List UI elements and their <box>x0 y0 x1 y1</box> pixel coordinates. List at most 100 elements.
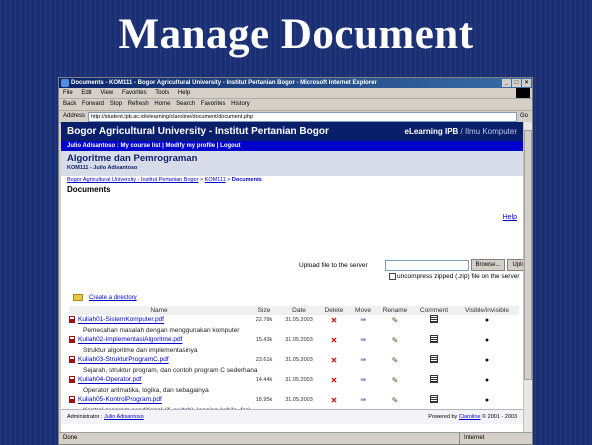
refresh-button[interactable]: Refresh <box>128 101 149 107</box>
eye-icon[interactable]: ● <box>485 377 489 384</box>
cross-icon[interactable]: ✕ <box>331 356 338 365</box>
footer-powered: Powered by Claroline © 2001 - 2003 <box>428 414 517 420</box>
site-name: Bogor Agricultural University - Institut… <box>67 126 329 137</box>
menu-file[interactable]: File <box>63 90 73 96</box>
col-date[interactable]: Date <box>279 306 319 315</box>
file-size: 22.78k <box>255 317 273 323</box>
col-name[interactable]: Name <box>69 306 249 315</box>
rename-icon[interactable]: ✎ <box>392 396 399 405</box>
maximize-button[interactable]: □ <box>512 79 521 87</box>
comment-icon[interactable] <box>430 375 438 383</box>
file-link[interactable]: Kuliah02-ImplementasiAlgoritme.pdf <box>78 337 182 344</box>
favorites-button[interactable]: Favorites <box>201 101 226 107</box>
cross-icon[interactable]: ✕ <box>331 396 338 405</box>
vertical-scrollbar[interactable] <box>523 122 532 432</box>
rename-icon[interactable]: ✎ <box>392 356 399 365</box>
comment-icon[interactable] <box>430 335 438 343</box>
slide-title: Manage Document <box>118 11 474 58</box>
close-button[interactable]: × <box>522 79 531 87</box>
file-date: 31.05.2003 <box>285 357 313 363</box>
folder-icon <box>73 294 83 301</box>
back-button[interactable]: Back <box>63 101 76 107</box>
move-icon[interactable]: ⇛ <box>360 317 366 324</box>
pdf-icon <box>69 336 75 344</box>
move-icon[interactable]: ⇛ <box>360 357 366 364</box>
admin-link[interactable]: Julio Adisantoso <box>104 414 144 420</box>
unzip-label: uncompress zipped (.zip) file on the ser… <box>397 273 520 281</box>
eye-icon[interactable]: ● <box>485 357 489 364</box>
cross-icon[interactable]: ✕ <box>331 316 338 325</box>
search-button[interactable]: Search <box>176 101 195 107</box>
table-row: Kuliah04-Operator.pdf 14.44k 31.05.2003 … <box>69 375 519 385</box>
rename-icon[interactable]: ✎ <box>392 316 399 325</box>
footer-admin: Administrator : Julio Adisantoso <box>67 414 144 420</box>
course-subtitle: KOM111 - Julio Adisantoso <box>67 165 138 171</box>
upload-button[interactable]: Upload <box>507 259 523 271</box>
table-row-description: Operator aritmatika, logika, dan sebagai… <box>69 385 519 395</box>
user-bar[interactable]: Julio Adisantoso : My course list | Modi… <box>61 141 523 151</box>
table-header: Name Size Date Delete Move Rename Commen… <box>69 306 519 315</box>
unzip-checkbox[interactable] <box>389 273 396 280</box>
minimize-button[interactable]: _ <box>502 79 511 87</box>
documents-table: Name Size Date Delete Move Rename Commen… <box>69 306 519 415</box>
file-date: 31.05.2003 <box>285 337 313 343</box>
unzip-row: uncompress zipped (.zip) file on the ser… <box>389 273 519 280</box>
file-description: Operator aritmatika, logika, dan sebagai… <box>83 386 209 394</box>
breadcrumb-course[interactable]: KOM111 <box>205 177 226 183</box>
comment-icon[interactable] <box>430 395 438 403</box>
file-size: 15.43k <box>255 337 273 343</box>
status-bar: Done Internet <box>59 432 532 444</box>
cross-icon[interactable]: ✕ <box>331 376 338 385</box>
table-row: Kuliah02-ImplementasiAlgoritme.pdf 15.43… <box>69 335 519 345</box>
file-link[interactable]: Kuliah03-StrukturProgramC.pdf <box>78 357 169 364</box>
go-button[interactable]: Go <box>520 111 528 122</box>
pdf-icon <box>69 316 75 324</box>
claroline-link[interactable]: Claroline <box>459 414 481 420</box>
rename-icon[interactable]: ✎ <box>392 336 399 345</box>
file-link[interactable]: Kuliah05-KontrolProgram.pdf <box>78 397 162 404</box>
rename-icon[interactable]: ✎ <box>392 376 399 385</box>
file-date: 31.05.2003 <box>285 377 313 383</box>
create-directory-link[interactable]: Create a directory <box>73 294 137 301</box>
pdf-icon <box>69 396 75 404</box>
course-header: Algoritme dan Pemrograman KOM111 - Julio… <box>61 151 523 176</box>
status-text: Done <box>63 435 78 441</box>
table-row: Kuliah01-SistemKomputer.pdf 22.78k 31.05… <box>69 315 519 325</box>
breadcrumb-university[interactable]: Bogor Agricultural University - Institut… <box>67 177 198 183</box>
table-row-description: Struktur algoritme dan implementasinya <box>69 345 519 355</box>
home-button[interactable]: Home <box>154 101 170 107</box>
upload-row: Upload file to the server Browse... Uplo… <box>299 259 523 271</box>
menu-tools[interactable]: Tools <box>155 90 169 96</box>
forward-button[interactable]: Forward <box>82 101 104 107</box>
file-link[interactable]: Kuliah01-SistemKomputer.pdf <box>78 317 164 324</box>
upload-file-input[interactable] <box>385 260 469 271</box>
stop-button[interactable]: Stop <box>110 101 122 107</box>
move-icon[interactable]: ⇛ <box>360 377 366 384</box>
history-button[interactable]: History <box>231 101 250 107</box>
table-row: Kuliah03-StrukturProgramC.pdf 23.61k 31.… <box>69 355 519 365</box>
menu-favorites[interactable]: Favorites <box>122 90 147 96</box>
table-row: Kuliah05-KontrolProgram.pdf 18.95k 31.05… <box>69 395 519 405</box>
col-size[interactable]: Size <box>249 306 279 315</box>
scrollbar-thumb[interactable] <box>524 130 532 380</box>
eye-icon[interactable]: ● <box>485 337 489 344</box>
comment-icon[interactable] <box>430 315 438 323</box>
move-icon[interactable]: ⇛ <box>360 397 366 404</box>
file-link[interactable]: Kuliah04-Operator.pdf <box>78 377 142 384</box>
breadcrumb-documents[interactable]: Documents <box>232 177 262 183</box>
move-icon[interactable]: ⇛ <box>360 337 366 344</box>
eye-icon[interactable]: ● <box>485 317 489 324</box>
help-link[interactable]: Help <box>503 214 517 221</box>
comment-icon[interactable] <box>430 355 438 363</box>
browser-icon <box>61 79 69 87</box>
address-input[interactable]: http://student.ipb.ac.id/elearning/claro… <box>88 111 517 122</box>
menu-view[interactable]: View <box>100 90 113 96</box>
eye-icon[interactable]: ● <box>485 397 489 404</box>
col-move: Move <box>349 306 377 315</box>
cross-icon[interactable]: ✕ <box>331 336 338 345</box>
status-zone: Internet <box>459 433 522 444</box>
pdf-icon <box>69 376 75 384</box>
menu-help[interactable]: Help <box>178 90 190 96</box>
browse-button[interactable]: Browse... <box>471 259 505 271</box>
menu-edit[interactable]: Edit <box>81 90 91 96</box>
